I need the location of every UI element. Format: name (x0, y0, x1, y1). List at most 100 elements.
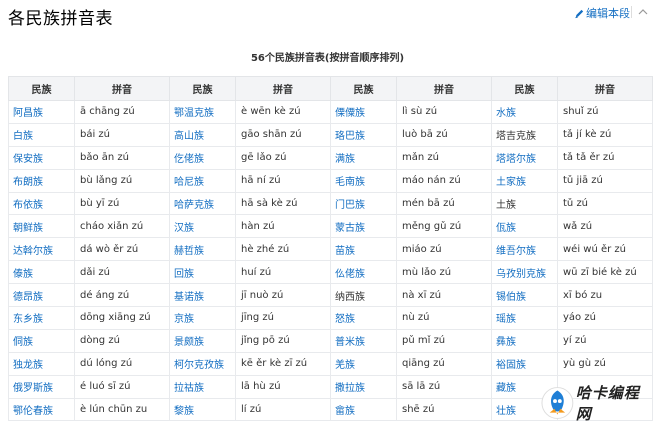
ethnic-name-link[interactable]: 哈萨克族 (174, 200, 214, 211)
ethnic-name-cell[interactable]: 维吾尔族 (491, 237, 558, 262)
ethnic-name-cell[interactable]: 土家族 (491, 168, 558, 193)
ethnic-name-cell[interactable]: 赫哲族 (169, 237, 236, 262)
ethnic-name-cell[interactable]: 傈僳族 (330, 100, 397, 124)
ethnic-name-link[interactable]: 门巴族 (335, 200, 365, 211)
ethnic-name-link[interactable]: 蒙古族 (335, 223, 365, 234)
collapse-button[interactable] (637, 3, 651, 19)
ethnic-name-cell[interactable]: 哈尼族 (169, 168, 236, 193)
ethnic-name-link[interactable]: 仡佬族 (174, 154, 204, 165)
ethnic-name-cell[interactable]: 汉族 (169, 214, 236, 239)
ethnic-name-link[interactable]: 毛南族 (335, 177, 365, 188)
ethnic-name-cell[interactable]: 布依族 (8, 191, 75, 216)
ethnic-name-link[interactable]: 侗族 (13, 337, 33, 348)
ethnic-name-link[interactable]: 土家族 (496, 177, 526, 188)
ethnic-name-cell[interactable]: 门巴族 (330, 191, 397, 216)
ethnic-name-cell[interactable]: 景颇族 (169, 328, 236, 353)
ethnic-name-cell[interactable]: 东乡族 (8, 306, 75, 330)
ethnic-name-cell[interactable]: 黎族 (169, 397, 236, 422)
ethnic-name-link[interactable]: 德昂族 (13, 292, 43, 303)
ethnic-name-cell[interactable]: 畲族 (330, 397, 397, 422)
ethnic-name-cell[interactable]: 独龙族 (8, 351, 75, 376)
ethnic-name-link[interactable]: 东乡族 (13, 314, 43, 325)
ethnic-name-link[interactable]: 布依族 (13, 200, 43, 211)
ethnic-name-link[interactable]: 哈尼族 (174, 177, 204, 188)
ethnic-name-cell[interactable]: 拉祜族 (169, 374, 236, 399)
ethnic-name-cell[interactable]: 柯尔克孜族 (169, 351, 236, 376)
ethnic-name-cell[interactable]: 羌族 (330, 351, 397, 376)
ethnic-name-link[interactable]: 高山族 (174, 131, 204, 142)
ethnic-name-link[interactable]: 拉祜族 (174, 383, 204, 394)
ethnic-name-link[interactable]: 俄罗斯族 (13, 383, 53, 394)
ethnic-name-link[interactable]: 鄂伦春族 (13, 406, 53, 417)
ethnic-name-link[interactable]: 柯尔克孜族 (174, 360, 224, 371)
ethnic-name-cell[interactable]: 傣族 (8, 260, 75, 285)
ethnic-name-link[interactable]: 锡伯族 (496, 292, 526, 303)
ethnic-name-link[interactable]: 保安族 (13, 154, 43, 165)
ethnic-name-cell[interactable]: 瑶族 (491, 306, 558, 330)
ethnic-name-cell[interactable]: 京族 (169, 306, 236, 330)
ethnic-name-cell[interactable]: 鄂温克族 (169, 100, 236, 124)
ethnic-name-cell[interactable]: 朝鲜族 (8, 214, 75, 239)
ethnic-name-link[interactable]: 白族 (13, 131, 33, 142)
ethnic-name-link[interactable]: 水族 (496, 108, 516, 119)
ethnic-name-cell[interactable]: 仫佬族 (330, 260, 397, 285)
ethnic-name-cell[interactable]: 布朗族 (8, 168, 75, 193)
ethnic-name-link[interactable]: 羌族 (335, 360, 355, 371)
ethnic-name-link[interactable]: 塔塔尔族 (496, 154, 536, 165)
ethnic-name-cell[interactable]: 撒拉族 (330, 374, 397, 399)
ethnic-name-link[interactable]: 撒拉族 (335, 383, 365, 394)
ethnic-name-link[interactable]: 普米族 (335, 337, 365, 348)
ethnic-name-link[interactable]: 壮族 (496, 406, 516, 417)
ethnic-name-cell[interactable]: 怒族 (330, 306, 397, 330)
ethnic-name-cell[interactable]: 珞巴族 (330, 122, 397, 147)
ethnic-name-cell[interactable]: 仡佬族 (169, 145, 236, 170)
ethnic-name-link[interactable]: 傈僳族 (335, 108, 365, 119)
ethnic-name-cell[interactable]: 普米族 (330, 328, 397, 353)
ethnic-name-link[interactable]: 京族 (174, 314, 194, 325)
ethnic-name-link[interactable]: 佤族 (496, 223, 516, 234)
ethnic-name-cell[interactable]: 白族 (8, 122, 75, 147)
ethnic-name-cell[interactable]: 回族 (169, 260, 236, 285)
ethnic-name-cell[interactable]: 基诺族 (169, 283, 236, 308)
ethnic-name-link[interactable]: 基诺族 (174, 292, 204, 303)
ethnic-name-link[interactable]: 藏族 (496, 383, 516, 394)
ethnic-name-link[interactable]: 瑶族 (496, 314, 516, 325)
ethnic-name-link[interactable]: 布朗族 (13, 177, 43, 188)
ethnic-name-link[interactable]: 傣族 (13, 269, 33, 280)
ethnic-name-cell[interactable]: 满族 (330, 145, 397, 170)
ethnic-name-link[interactable]: 畲族 (335, 406, 355, 417)
ethnic-name-cell[interactable]: 阿昌族 (8, 100, 75, 124)
ethnic-name-link[interactable]: 独龙族 (13, 360, 43, 371)
ethnic-name-link[interactable]: 苗族 (335, 246, 355, 257)
ethnic-name-cell[interactable]: 乌孜别克族 (491, 260, 558, 285)
ethnic-name-link[interactable]: 维吾尔族 (496, 246, 536, 257)
ethnic-name-link[interactable]: 回族 (174, 269, 194, 280)
ethnic-name-link[interactable]: 满族 (335, 154, 355, 165)
ethnic-name-link[interactable]: 怒族 (335, 314, 355, 325)
ethnic-name-cell[interactable]: 俄罗斯族 (8, 374, 75, 399)
ethnic-name-link[interactable]: 汉族 (174, 223, 194, 234)
ethnic-name-link[interactable]: 彝族 (496, 337, 516, 348)
ethnic-name-link[interactable]: 裕固族 (496, 360, 526, 371)
ethnic-name-cell[interactable]: 哈萨克族 (169, 191, 236, 216)
ethnic-name-cell[interactable]: 苗族 (330, 237, 397, 262)
ethnic-name-cell[interactable]: 德昂族 (8, 283, 75, 308)
ethnic-name-link[interactable]: 朝鲜族 (13, 223, 43, 234)
ethnic-name-link[interactable]: 赫哲族 (174, 246, 204, 257)
ethnic-name-cell[interactable]: 佤族 (491, 214, 558, 239)
ethnic-name-cell[interactable]: 水族 (491, 100, 558, 124)
ethnic-name-cell[interactable]: 彝族 (491, 328, 558, 353)
ethnic-name-cell[interactable]: 保安族 (8, 145, 75, 170)
ethnic-name-link[interactable]: 仫佬族 (335, 269, 365, 280)
ethnic-name-link[interactable]: 阿昌族 (13, 108, 43, 119)
ethnic-name-cell[interactable]: 侗族 (8, 328, 75, 353)
ethnic-name-cell[interactable]: 蒙古族 (330, 214, 397, 239)
edit-section-button[interactable]: 编辑本段 (574, 5, 630, 21)
ethnic-name-cell[interactable]: 达斡尔族 (8, 237, 75, 262)
ethnic-name-link[interactable]: 珞巴族 (335, 131, 365, 142)
ethnic-name-cell[interactable]: 鄂伦春族 (8, 397, 75, 422)
ethnic-name-link[interactable]: 黎族 (174, 406, 194, 417)
ethnic-name-cell[interactable]: 塔塔尔族 (491, 145, 558, 170)
ethnic-name-link[interactable]: 鄂温克族 (174, 108, 214, 119)
ethnic-name-link[interactable]: 乌孜别克族 (496, 269, 546, 280)
